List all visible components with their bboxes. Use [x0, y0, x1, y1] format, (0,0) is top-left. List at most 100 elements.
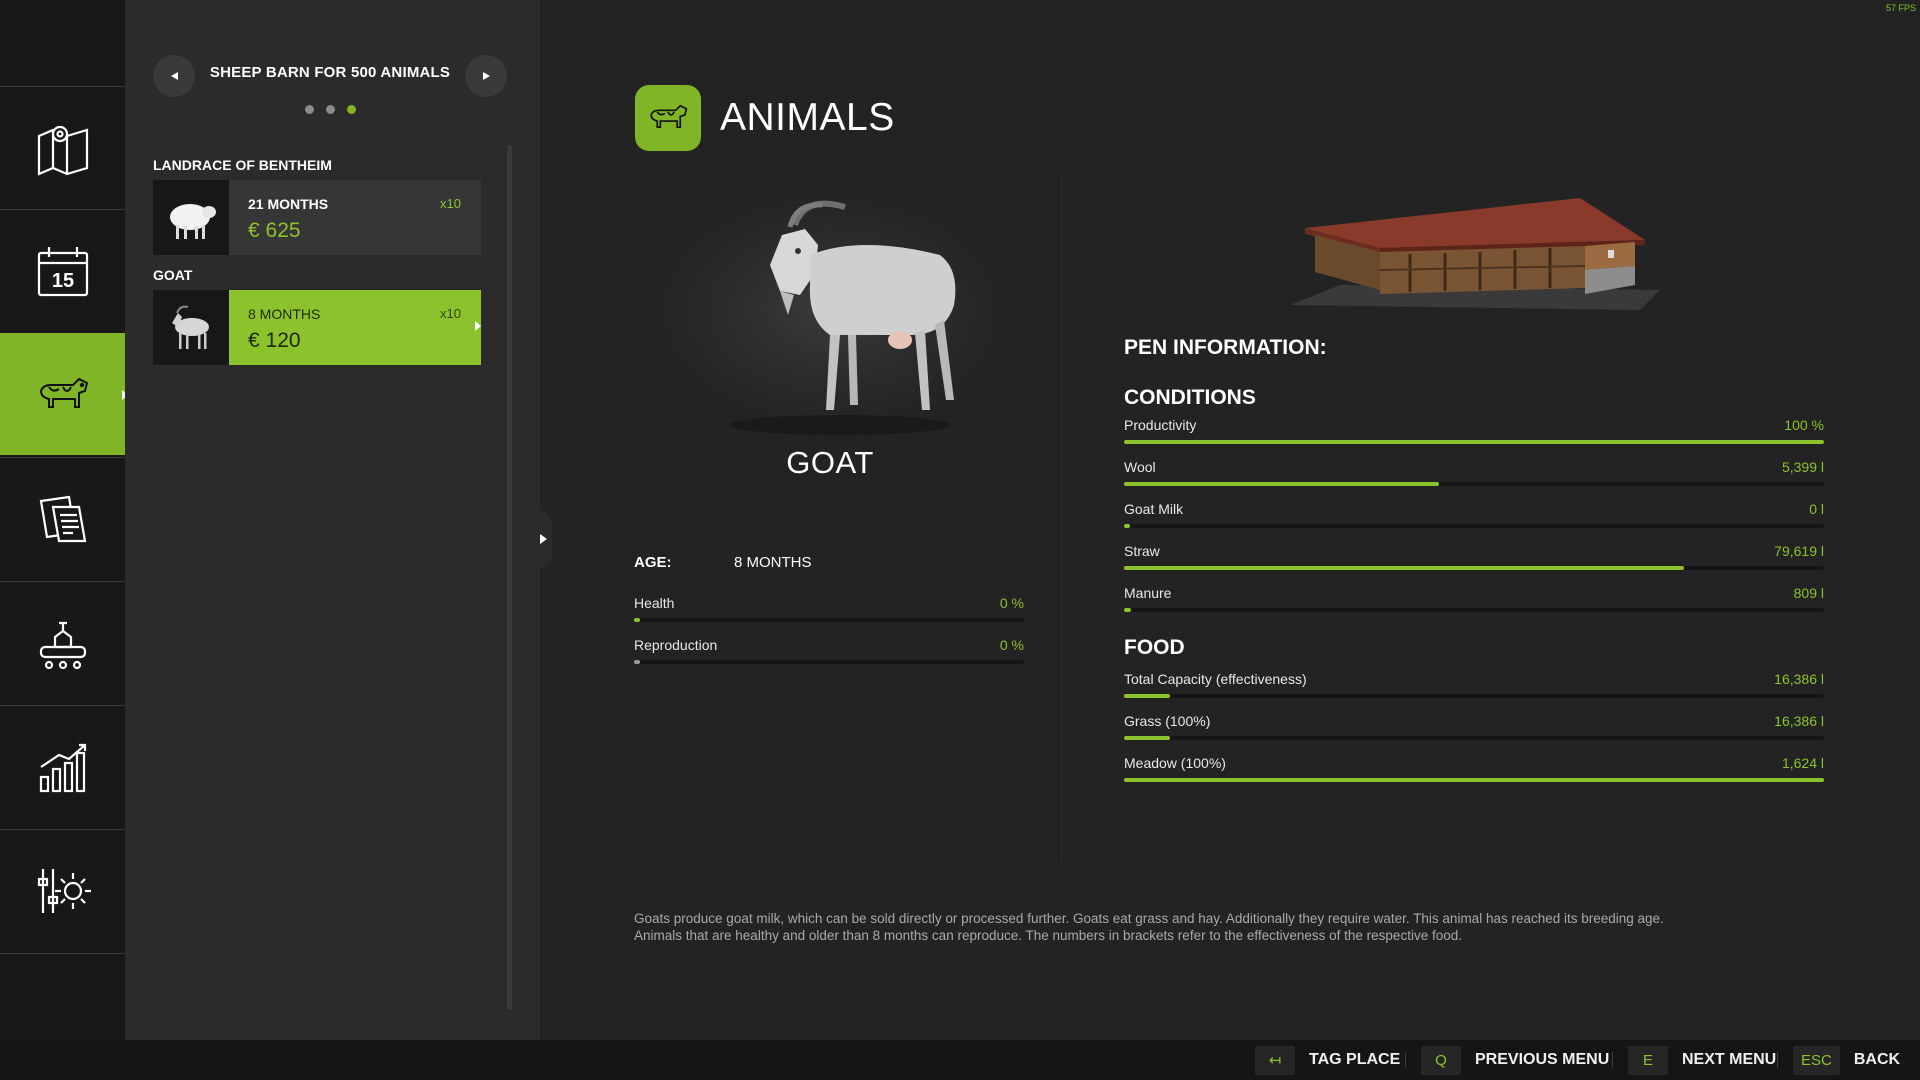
animals-header-icon: [635, 85, 701, 151]
sheep-icon: [170, 203, 216, 239]
card-count: x10: [440, 306, 461, 321]
conditions-title: CONDITIONS: [1124, 386, 1256, 409]
animal-card-landrace[interactable]: 21 MONTHS x10 € 625: [153, 180, 481, 255]
hint-back[interactable]: ESC BACK: [1793, 1040, 1900, 1080]
page-title: ANIMALS: [720, 96, 895, 139]
condition-productivity: Productivity 100 %: [1124, 417, 1824, 447]
barn-model-image: [1290, 198, 1660, 310]
hint-previous-menu[interactable]: Q PREVIOUS MENU: [1421, 1040, 1609, 1080]
stat-label: Meadow (100%): [1124, 755, 1226, 771]
animal-card-goat[interactable]: 8 MONTHS x10 € 120: [153, 290, 481, 365]
next-barn-button[interactable]: [465, 55, 507, 97]
age-label: AGE:: [634, 554, 672, 571]
bottom-hint-bar: ↤ TAG PLACE Q PREVIOUS MENU E NEXT MENU …: [0, 1040, 1920, 1080]
stat-label: Grass (100%): [1124, 713, 1211, 729]
hint-next-menu[interactable]: E NEXT MENU: [1628, 1040, 1776, 1080]
progress-fill: [1124, 566, 1684, 570]
progress-fill: [1124, 482, 1439, 486]
food-meadow: Meadow (100%) 1,624 l: [1124, 755, 1824, 785]
progress-fill: [1124, 440, 1824, 444]
cow-icon: [650, 104, 688, 129]
nav-item-production[interactable]: [0, 581, 125, 703]
stat-reproduction: Reproduction 0 %: [634, 637, 1024, 667]
barn-title: SHEEP BARN FOR 500 ANIMALS: [209, 64, 451, 81]
key-esc: ESC: [1793, 1045, 1840, 1075]
card-age: 8 MONTHS: [248, 306, 321, 322]
food-total-capacity: Total Capacity (effectiveness) 16,386 l: [1124, 671, 1824, 701]
progress-fill: [1124, 608, 1131, 612]
documents-icon: [39, 495, 86, 542]
prev-barn-button[interactable]: [153, 55, 195, 97]
food-grass: Grass (100%) 16,386 l: [1124, 713, 1824, 743]
nav-item-contracts[interactable]: [0, 457, 125, 579]
collapse-panel-tab[interactable]: [536, 510, 552, 568]
stat-health: Health 0 %: [634, 595, 1024, 625]
arrow-right-icon: [482, 72, 490, 80]
page-dot[interactable]: [326, 105, 335, 114]
card-age: 21 MONTHS: [248, 196, 329, 212]
svg-text:15: 15: [51, 270, 73, 292]
stat-value: 16,386 l: [1774, 671, 1824, 687]
fps-counter: 57 FPS: [1885, 3, 1916, 13]
group-label-landrace: LANDRACE OF BENTHEIM: [153, 157, 332, 173]
column-divider: [1061, 172, 1062, 862]
barn-panel: [125, 0, 540, 1040]
condition-straw: Straw 79,619 l: [1124, 543, 1824, 573]
progress-fill: [1124, 524, 1130, 528]
stat-value: 0 %: [999, 637, 1024, 653]
page-dots: [305, 105, 356, 114]
goat-thumbnail: [153, 290, 229, 365]
page-dot-active[interactable]: [347, 105, 356, 114]
stat-label: Goat Milk: [1124, 501, 1184, 517]
selected-indicator-icon: [475, 321, 481, 331]
progress-fill: [1124, 778, 1824, 782]
stat-value: 1,624 l: [1781, 755, 1824, 771]
stat-label: Health: [634, 595, 675, 611]
nav-item-animals[interactable]: [0, 333, 128, 455]
nav-item-calendar[interactable]: 15: [0, 209, 125, 331]
hint-label: PREVIOUS MENU: [1475, 1051, 1610, 1068]
nav-item-settings[interactable]: [0, 829, 125, 951]
stat-value: 16,386 l: [1774, 713, 1824, 729]
stat-label: Straw: [1124, 543, 1160, 559]
stat-value: 809 l: [1793, 585, 1824, 601]
chart-icon: [39, 743, 86, 792]
stat-label: Reproduction: [634, 637, 718, 653]
barn-preview: [1280, 190, 1670, 315]
nav-item-map[interactable]: [0, 86, 125, 208]
card-count: x10: [440, 196, 461, 211]
condition-goat-milk: Goat Milk 0 l: [1124, 501, 1824, 531]
progress-fill: [1124, 694, 1170, 698]
hint-label: NEXT MENU: [1682, 1051, 1777, 1068]
stat-label: Manure: [1124, 585, 1172, 601]
settings-gear-icon: [37, 868, 91, 913]
progress-fill: [634, 618, 640, 622]
scrollbar[interactable]: [507, 145, 512, 1010]
factory-icon: [39, 621, 86, 669]
progress-fill: [1124, 736, 1170, 740]
stat-label: Productivity: [1124, 417, 1197, 433]
animal-name: GOAT: [786, 445, 874, 480]
group-label-goat: GOAT: [153, 267, 193, 283]
hint-label: TAG PLACE: [1309, 1051, 1401, 1068]
nav-item-statistics[interactable]: [0, 705, 125, 827]
arrow-left-icon: [170, 72, 178, 80]
sheep-thumbnail: [153, 180, 229, 255]
goat-model-image: [730, 200, 956, 435]
calendar-icon: 15: [37, 246, 88, 296]
stat-value: 0 %: [999, 595, 1024, 611]
animal-preview: [640, 170, 1020, 440]
page-dot[interactable]: [305, 105, 314, 114]
key-e: E: [1628, 1045, 1668, 1075]
map-icon: [37, 125, 88, 176]
card-price: € 120: [248, 329, 301, 352]
goat-icon: [172, 305, 209, 349]
stat-value: 5,399 l: [1781, 459, 1824, 475]
condition-wool: Wool 5,399 l: [1124, 459, 1824, 489]
pen-info-title: PEN INFORMATION:: [1124, 336, 1327, 359]
stat-value: 0 l: [1809, 501, 1824, 517]
key-q: Q: [1421, 1045, 1461, 1075]
stat-value: 100 %: [1784, 417, 1824, 433]
stat-label: Wool: [1124, 459, 1156, 475]
hint-tag-place[interactable]: ↤ TAG PLACE: [1255, 1040, 1400, 1080]
